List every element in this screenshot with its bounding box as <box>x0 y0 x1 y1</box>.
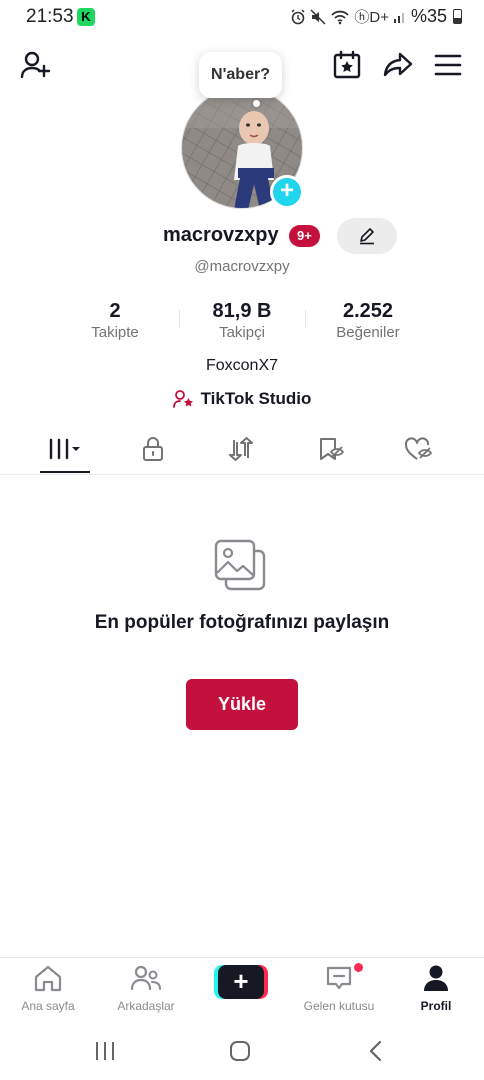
stat-label: Takipte <box>91 324 139 341</box>
alarm-icon <box>291 8 305 24</box>
create-button[interactable]: + <box>214 965 268 999</box>
stat-divider <box>179 310 180 328</box>
username-row: macrovzxpy 9+ <box>0 220 484 254</box>
profile-stats: 2 Takipte 81,9 B Takipçi 2.252 Beğeniler <box>0 300 484 350</box>
username: macrovzxpy <box>163 224 279 246</box>
stat-likes[interactable]: 2.252 Beğeniler <box>318 300 418 341</box>
system-nav-bar <box>0 1025 484 1080</box>
edit-profile-button[interactable] <box>337 218 397 254</box>
share-icon <box>383 52 413 77</box>
add-friend-button[interactable] <box>20 50 52 85</box>
nav-profile[interactable]: Profil <box>391 964 481 1013</box>
notification-badge[interactable]: 9+ <box>289 225 320 247</box>
stat-label: Takipçi <box>219 324 265 341</box>
tiktok-studio-label: TikTok Studio <box>200 389 312 408</box>
recents-icon[interactable] <box>93 1039 117 1063</box>
plus-icon: + <box>218 965 264 999</box>
creator-star-icon <box>172 390 193 408</box>
grid-dropdown-icon <box>49 438 80 460</box>
hamburger-icon <box>434 54 462 76</box>
tiktok-studio-link[interactable]: TikTok Studio <box>0 389 484 409</box>
profile-icon <box>424 965 448 991</box>
tab-liked[interactable] <box>394 431 444 467</box>
lock-icon <box>143 437 163 461</box>
photos-icon <box>212 537 270 600</box>
calendar-button[interactable] <box>332 50 362 85</box>
battery-icon <box>453 9 462 24</box>
stat-value: 81,9 B <box>212 300 272 322</box>
nav-label: Ana sayfa <box>21 999 75 1013</box>
status-time: 21:53 <box>26 6 74 27</box>
bubble-tail <box>253 100 260 107</box>
stat-divider <box>305 310 306 328</box>
active-tab-indicator <box>40 471 90 473</box>
share-button[interactable] <box>382 50 414 85</box>
stat-following[interactable]: 2 Takipte <box>72 300 158 341</box>
back-icon[interactable] <box>366 1039 386 1063</box>
content-tabs <box>0 423 484 475</box>
tab-reposts[interactable] <box>216 431 266 467</box>
status-note-bubble[interactable]: N'aber? <box>199 52 282 98</box>
pencil-icon <box>360 228 374 245</box>
nav-label: Gelen kutusu <box>303 999 375 1013</box>
home-icon <box>34 965 62 992</box>
add-user-icon <box>20 51 51 79</box>
empty-state-title: En popüler fotoğrafınızı paylaşın <box>94 612 390 633</box>
upload-button[interactable]: Yükle <box>186 679 298 730</box>
notification-app-icon: K <box>77 8 95 26</box>
inbox-notification-dot <box>354 963 363 972</box>
user-handle: @macrovzxpy <box>194 258 290 275</box>
inbox-icon <box>326 966 352 990</box>
bio: FoxconX7 <box>205 357 279 374</box>
battery-percent: %35 <box>410 6 447 26</box>
stat-followers[interactable]: 81,9 B Takipçi <box>192 300 292 341</box>
tab-videos[interactable] <box>40 431 90 467</box>
tab-private[interactable] <box>128 431 178 467</box>
status-right: ⓗD+ %35 <box>290 6 462 27</box>
wifi-icon <box>331 10 350 24</box>
nav-inbox[interactable]: Gelen kutusu <box>294 964 384 1013</box>
network-type: ⓗD+ <box>354 9 389 26</box>
friends-icon <box>130 965 161 991</box>
heart-hidden-icon <box>404 437 433 460</box>
menu-button[interactable] <box>434 52 462 83</box>
stat-label: Beğeniler <box>336 324 400 341</box>
mute-icon <box>310 8 326 25</box>
signal-icon <box>393 12 404 23</box>
stat-value: 2.252 <box>342 300 394 322</box>
stat-value: 2 <box>109 300 121 322</box>
status-bar: 21:53 K ⓗD+ %35 <box>0 0 484 34</box>
nav-label: Profil <box>420 999 452 1013</box>
calendar-star-icon <box>333 50 361 79</box>
repost-icon <box>229 437 253 461</box>
nav-friends[interactable]: Arkadaşlar <box>101 964 191 1013</box>
bookmark-hidden-icon <box>320 438 345 460</box>
home-button-icon[interactable] <box>228 1039 252 1063</box>
tab-favorites[interactable] <box>306 431 356 467</box>
add-avatar-button[interactable]: + <box>270 175 304 209</box>
nav-label: Arkadaşlar <box>117 999 175 1013</box>
nav-home[interactable]: Ana sayfa <box>3 964 93 1013</box>
bottom-nav: Ana sayfa Arkadaşlar + Gelen kutusu Prof… <box>0 957 484 1025</box>
